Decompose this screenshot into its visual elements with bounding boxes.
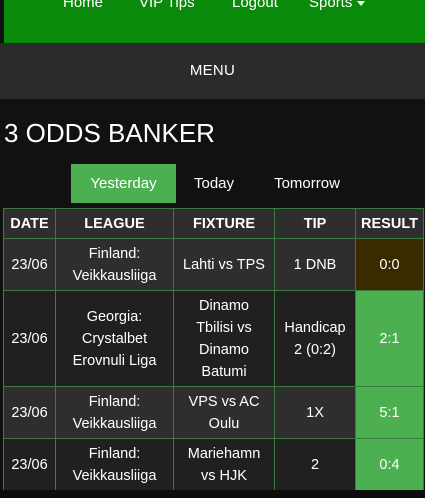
fixture-line: Lahti vs TPS (183, 256, 265, 273)
fixture-line: Dinamo (199, 297, 249, 314)
fixture-line: Dinamo (199, 341, 249, 358)
league-line: Veikkausliiga (72, 415, 157, 432)
cell-date: 23/06 (3, 386, 56, 439)
cell-fixture: Lahti vs TPS (173, 238, 275, 291)
fixture-line: Tbilisi vs (196, 319, 252, 336)
nav-home-link[interactable]: Home (63, 0, 103, 11)
table-row: 23/06 Georgia: Crystalbet Erovnuli Liga Di… (3, 290, 424, 387)
col-header-fixture: FIXTURE (173, 208, 275, 239)
page: Home VIP Tips Logout Sports MENU 3 ODDS … (0, 0, 425, 498)
league-line: Veikkausliiga (72, 467, 157, 484)
cell-league: Finland: Veikkausliiga (55, 438, 174, 491)
cell-result: 2:1 (355, 290, 424, 387)
cell-result: 0:4 (355, 438, 424, 491)
cell-league: Finland: Veikkausliiga (55, 238, 174, 291)
tip-line: Handicap (284, 319, 346, 336)
table-header-row: DATE LEAGUE FIXTURE TIP RESULT (3, 208, 424, 239)
caret-down-icon (357, 0, 366, 6)
tab-tomorrow[interactable]: Tomorrow (257, 164, 357, 203)
page-bottom-edge (0, 490, 425, 498)
page-title: 3 ODDS BANKER (4, 118, 215, 148)
league-line: Veikkausliiga (72, 267, 157, 284)
cell-date: 23/06 (3, 290, 56, 387)
col-header-league: LEAGUE (55, 208, 174, 239)
col-header-tip: TIP (274, 208, 356, 239)
cell-fixture: VPS vs AC Oulu (173, 386, 275, 439)
cell-tip: Handicap 2 (0:2) (274, 290, 356, 387)
nav-sports-label: Sports (309, 0, 353, 11)
cell-league: Georgia: Crystalbet Erovnuli Liga (55, 290, 174, 387)
cell-tip: 2 (274, 438, 356, 491)
fixture-line: vs HJK (201, 467, 247, 484)
odds-table: DATE LEAGUE FIXTURE TIP RESULT 23/06 Fin… (3, 208, 424, 491)
cell-tip: 1 DNB (274, 238, 356, 291)
cell-date: 23/06 (3, 438, 56, 491)
league-line: Finland: (88, 393, 141, 410)
league-line: Crystalbet (81, 330, 148, 347)
cell-fixture: Mariehamn vs HJK (173, 438, 275, 491)
fixture-line: VPS vs AC (188, 393, 260, 410)
tip-line: 1X (306, 404, 324, 421)
league-line: Finland: (88, 445, 141, 462)
cell-fixture: Dinamo Tbilisi vs Dinamo Batumi (173, 290, 275, 387)
league-line: Georgia: (86, 308, 143, 325)
nav-vip-tips-link[interactable]: VIP Tips (139, 0, 195, 11)
nav-logout-link[interactable]: Logout (232, 0, 278, 11)
menu-toggle-bar[interactable]: MENU (0, 43, 425, 99)
fixture-line: Oulu (208, 415, 240, 432)
tip-line: 2 (310, 456, 320, 473)
top-nav: Home VIP Tips Logout Sports (4, 0, 425, 43)
menu-label: MENU (189, 62, 236, 79)
col-header-result: RESULT (355, 208, 424, 239)
tab-today[interactable]: Today (182, 164, 246, 203)
table-row: 23/06 Finland: Veikkausliiga Mariehamn vs … (3, 438, 424, 491)
tip-line: 2 (0:2) (294, 341, 336, 358)
table-row: 23/06 Finland: Veikkausliiga Lahti vs TPS… (3, 238, 424, 291)
league-line: Finland: (88, 245, 141, 262)
nav-sports-dropdown[interactable]: Sports (309, 0, 366, 11)
col-header-date: DATE (3, 208, 56, 239)
cell-tip: 1X (274, 386, 356, 439)
cell-league: Finland: Veikkausliiga (55, 386, 174, 439)
cell-result: 5:1 (355, 386, 424, 439)
cell-date: 23/06 (3, 238, 56, 291)
league-line: Erovnuli Liga (72, 352, 157, 369)
tip-line: 1 DNB (293, 256, 337, 273)
fixture-line: Batumi (201, 363, 247, 380)
fixture-line: Mariehamn (187, 445, 261, 462)
tab-yesterday[interactable]: Yesterday (71, 164, 176, 203)
table-row: 23/06 Finland: Veikkausliiga VPS vs AC Oul… (3, 386, 424, 439)
cell-result: 0:0 (355, 238, 424, 291)
